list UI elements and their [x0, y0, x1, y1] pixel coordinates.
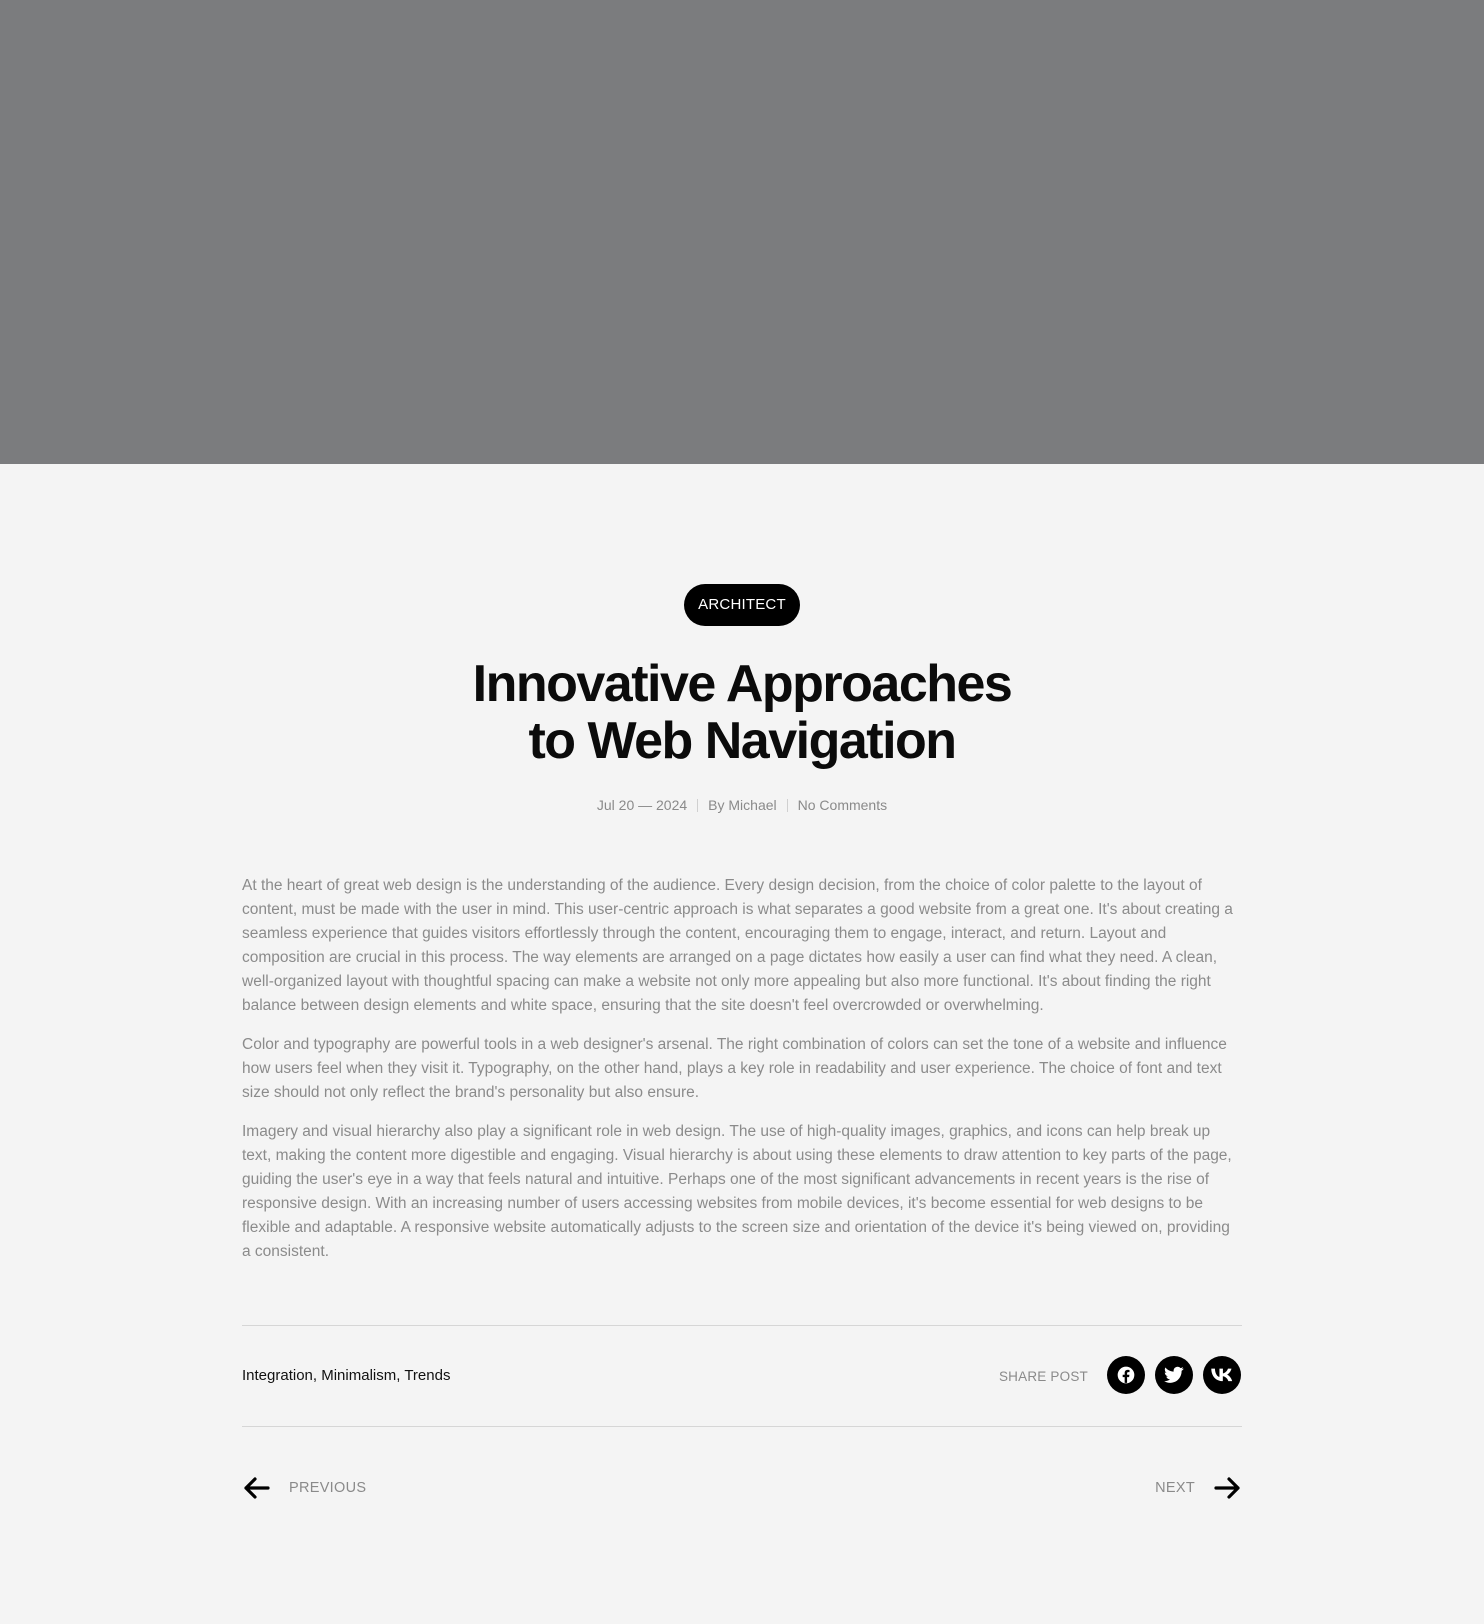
post-author[interactable]: By Michael	[708, 797, 776, 813]
body-paragraph: Imagery and visual hierarchy also play a…	[242, 1123, 1232, 1260]
vk-icon	[1211, 1368, 1233, 1382]
tag-link[interactable]: Integration	[242, 1367, 313, 1384]
meta-divider	[697, 799, 699, 812]
post-tags: Integration, Minimalism, Trends	[242, 1367, 451, 1384]
meta-divider	[786, 799, 788, 812]
previous-label: PREVIOUS	[289, 1480, 367, 1496]
share-post-label: SHARE POST	[998, 1369, 1088, 1384]
post-title-line-2: to Web Navigation	[528, 712, 957, 770]
featured-image	[0, 0, 1484, 464]
twitter-icon	[1164, 1366, 1184, 1383]
post-title-line-1: Innovative Approaches	[472, 655, 1013, 713]
arrow-right-icon	[1214, 1477, 1240, 1499]
next-label: NEXT	[1155, 1480, 1195, 1496]
divider-top	[242, 1325, 1242, 1326]
tag-link[interactable]: Trends	[404, 1367, 450, 1384]
arrow-left-icon	[244, 1477, 270, 1499]
post-comments-link[interactable]: No Comments	[798, 797, 887, 813]
body-paragraph: At the heart of great web design is the …	[242, 877, 1233, 1014]
body-paragraph: Color and typography are powerful tools …	[242, 1036, 1227, 1101]
category-badge[interactable]: ARCHITECT	[684, 584, 800, 626]
post-body: At the heart of great web design is the …	[242, 874, 1242, 1279]
facebook-icon	[1117, 1366, 1135, 1384]
divider-bottom	[242, 1426, 1242, 1427]
post-date: Jul 20 — 2024	[596, 797, 688, 813]
previous-post-link[interactable]: PREVIOUS	[242, 1476, 366, 1500]
share-twitter-button[interactable]	[1155, 1356, 1193, 1394]
share-vk-button[interactable]	[1203, 1356, 1241, 1394]
post-title: Innovative Approaches to Web Navigation	[342, 656, 1142, 770]
next-post-link[interactable]: NEXT	[1155, 1476, 1242, 1500]
share-facebook-button[interactable]	[1107, 1356, 1145, 1394]
post-meta: Jul 20 — 2024 By Michael No Comments	[342, 797, 1142, 813]
tag-link[interactable]: Minimalism	[321, 1367, 396, 1384]
